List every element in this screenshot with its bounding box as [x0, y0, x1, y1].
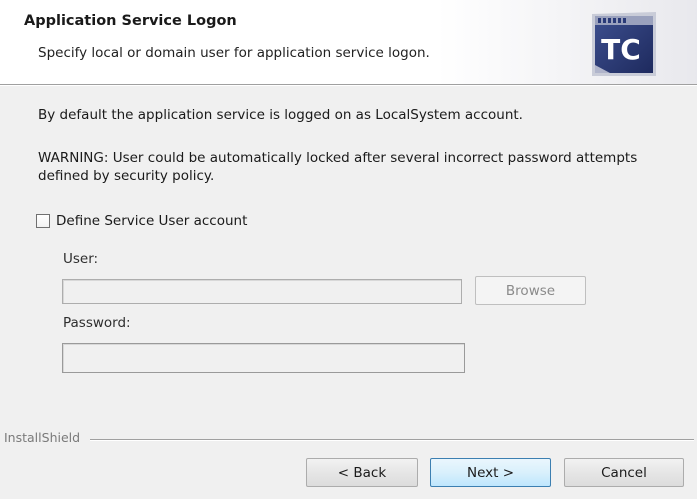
password-label: Password: [63, 315, 131, 331]
checkbox-box[interactable] [36, 214, 50, 228]
define-service-user-checkbox[interactable]: Define Service User account [36, 211, 247, 231]
tc-logo-icon: TC [592, 12, 656, 76]
user-field[interactable] [62, 279, 462, 304]
footer-divider [90, 439, 694, 441]
page-title: Application Service Logon [24, 13, 237, 29]
header-background [437, 0, 697, 84]
setup-dialog: Application Service Logon Specify local … [0, 0, 697, 499]
info-text: By default the application service is lo… [38, 107, 523, 123]
warning-line-1: WARNING: User could be automatically loc… [38, 150, 638, 166]
password-field[interactable] [62, 343, 465, 373]
cancel-button[interactable]: Cancel [564, 458, 684, 487]
header-divider [0, 85, 697, 86]
warning-text: WARNING: User could be automatically loc… [38, 149, 658, 185]
logo-text: TC [601, 33, 641, 66]
warning-line-2: defined by security policy. [38, 168, 215, 184]
header-banner: Application Service Logon Specify local … [0, 0, 697, 85]
next-button[interactable]: Next > [430, 458, 551, 487]
page-subtitle: Specify local or domain user for applica… [38, 45, 430, 61]
user-label: User: [63, 251, 99, 267]
browse-button[interactable]: Browse [475, 276, 586, 305]
checkbox-label: Define Service User account [56, 213, 248, 229]
back-button[interactable]: < Back [306, 458, 418, 487]
installshield-brand: InstallShield [4, 430, 81, 445]
